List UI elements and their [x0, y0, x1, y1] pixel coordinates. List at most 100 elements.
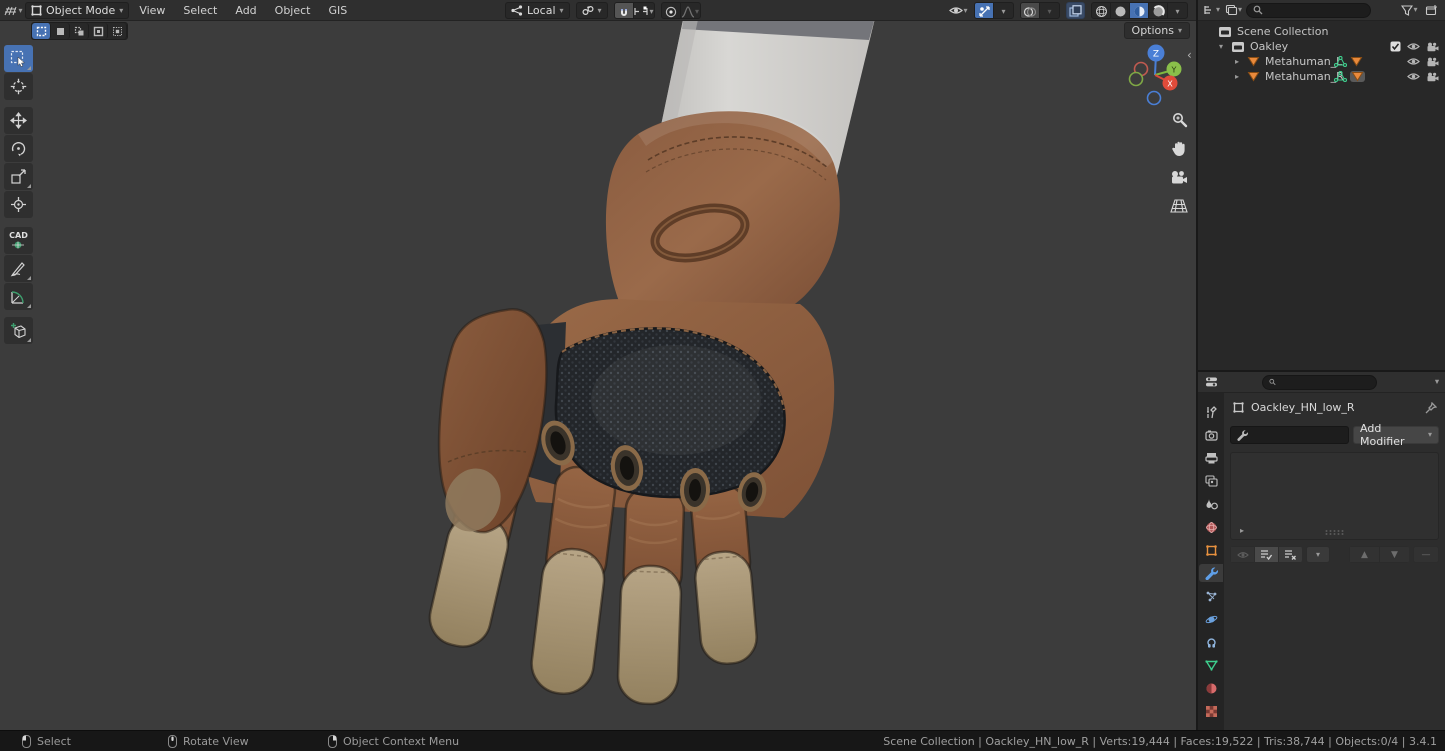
tool-select-box[interactable]: [4, 45, 33, 72]
viewport-3d[interactable]: ▾ Object Mode ▾ View Select Add Object G…: [0, 0, 1196, 730]
toggle-visibility-button[interactable]: [1230, 546, 1254, 563]
mesh-triangle-data-icon[interactable]: [1350, 56, 1363, 67]
tool-annotate[interactable]: [4, 255, 33, 282]
disclosure-open-icon[interactable]: ▾: [1216, 42, 1226, 51]
outliner-filter-id-select[interactable]: ▾: [1224, 2, 1243, 19]
show-overlays-toggle[interactable]: [1021, 3, 1040, 19]
tab-world[interactable]: [1199, 518, 1223, 536]
sidebar-collapse-arrow[interactable]: ‹: [1187, 48, 1192, 62]
select-mode-invert-button[interactable]: [89, 23, 108, 39]
viewport-canvas[interactable]: [0, 0, 1196, 730]
shading-rendered-button[interactable]: [1149, 3, 1168, 19]
disable-render-camera-icon[interactable]: [1426, 72, 1439, 82]
outliner-filter-button[interactable]: ▾: [1400, 2, 1419, 19]
editor-type-button[interactable]: ▾: [4, 2, 23, 19]
modifier-search-field[interactable]: [1230, 426, 1349, 444]
tab-object[interactable]: [1199, 541, 1223, 559]
shading-solid-button[interactable]: [1111, 3, 1130, 19]
properties-search-input[interactable]: [1280, 377, 1370, 388]
tool-measure[interactable]: [4, 283, 33, 310]
snap-toggle[interactable]: [615, 3, 634, 19]
transform-orientation-select[interactable]: Local ▾: [505, 2, 570, 19]
tab-tool[interactable]: [1199, 403, 1223, 421]
gizmo-neg-y[interactable]: [1130, 73, 1143, 86]
pivot-point-select[interactable]: ▾: [576, 2, 608, 19]
outliner-row-scene-collection[interactable]: Scene Collection: [1198, 24, 1445, 39]
extras-dropdown-button[interactable]: ▾: [1306, 546, 1330, 563]
mesh-data-icon[interactable]: [1334, 71, 1347, 82]
tab-scene[interactable]: [1199, 495, 1223, 513]
tool-cad[interactable]: CAD: [4, 227, 33, 254]
show-object-types-select[interactable]: ▾: [949, 2, 968, 19]
move-up-button[interactable]: ▲: [1349, 546, 1379, 563]
menu-gis[interactable]: GIS: [320, 0, 355, 21]
outliner-display-mode-select[interactable]: ▾: [1202, 2, 1221, 19]
gizmo-options-select[interactable]: ▾: [994, 3, 1013, 19]
hide-eye-icon[interactable]: [1407, 57, 1420, 66]
options-button[interactable]: Options ▾: [1124, 22, 1190, 39]
shading-wireframe-button[interactable]: [1092, 3, 1111, 19]
select-mode-set-button[interactable]: [32, 23, 51, 39]
tool-cursor[interactable]: [4, 73, 33, 100]
outliner-row-oakley[interactable]: ▾ Oakley: [1198, 39, 1445, 54]
add-modifier-button[interactable]: Add Modifier ▾: [1353, 426, 1439, 444]
tab-object-data[interactable]: [1199, 656, 1223, 674]
overlays-options-select[interactable]: ▾: [1040, 3, 1059, 19]
panel-grip-handle[interactable]: [1325, 530, 1344, 535]
remove-button[interactable]: —: [1413, 546, 1439, 563]
mesh-data-icon[interactable]: [1334, 56, 1347, 67]
new-collection-button[interactable]: [1422, 2, 1441, 19]
tab-view-layer[interactable]: [1199, 472, 1223, 490]
tab-modifiers[interactable]: [1199, 564, 1223, 582]
mode-select[interactable]: Object Mode ▾: [25, 2, 129, 19]
gizmo-neg-z[interactable]: [1148, 92, 1161, 105]
tool-transform[interactable]: [4, 191, 33, 218]
menu-add[interactable]: Add: [227, 0, 264, 21]
tab-render[interactable]: [1199, 426, 1223, 444]
menu-object[interactable]: Object: [267, 0, 319, 21]
proportional-falloff-select[interactable]: ▾: [681, 3, 700, 19]
menu-view[interactable]: View: [131, 0, 173, 21]
tab-particles[interactable]: [1199, 587, 1223, 605]
zoom-view-button[interactable]: [1168, 108, 1190, 130]
disclosure-closed-icon[interactable]: ▸: [1232, 57, 1242, 66]
chevron-down-icon[interactable]: ▾: [1435, 378, 1439, 386]
disclosure-closed-icon[interactable]: ▸: [1232, 72, 1242, 81]
tab-output[interactable]: [1199, 449, 1223, 467]
tab-material[interactable]: [1199, 679, 1223, 697]
collection-checkbox[interactable]: [1390, 41, 1401, 52]
snap-target-select[interactable]: ▾: [634, 3, 654, 19]
camera-view-button[interactable]: [1168, 166, 1190, 188]
outliner-search-input[interactable]: [1267, 5, 1357, 16]
tool-rotate[interactable]: [4, 135, 33, 162]
disable-render-camera-icon[interactable]: [1426, 57, 1439, 67]
xray-toggle[interactable]: [1066, 2, 1085, 19]
mesh-triangle-data-icon[interactable]: [1351, 71, 1364, 82]
toggle-perspective-button[interactable]: [1168, 195, 1190, 217]
hide-eye-icon[interactable]: [1407, 72, 1420, 81]
remove-list-button[interactable]: [1278, 546, 1302, 563]
hide-eye-icon[interactable]: [1407, 42, 1420, 51]
shading-material-button[interactable]: [1130, 3, 1149, 19]
modifier-stack-panel[interactable]: ▸: [1230, 452, 1439, 540]
navigation-gizmo[interactable]: Z Y X: [1118, 40, 1196, 112]
menu-select[interactable]: Select: [175, 0, 225, 21]
move-view-button[interactable]: [1168, 137, 1190, 159]
properties-search[interactable]: [1262, 375, 1377, 390]
proportional-edit-toggle[interactable]: [662, 3, 681, 19]
tool-scale[interactable]: [4, 163, 33, 190]
apply-list-button[interactable]: [1254, 546, 1278, 563]
panel-disclosure-icon[interactable]: ▸: [1237, 526, 1247, 535]
move-down-button[interactable]: ▼: [1379, 546, 1409, 563]
show-gizmo-toggle[interactable]: [975, 3, 994, 19]
pin-icon[interactable]: [1425, 402, 1437, 414]
outliner-row-metahuman-l[interactable]: ▸ Metahuman_L: [1198, 54, 1445, 69]
outliner-row-metahuman-r[interactable]: ▸ Metahuman_R: [1198, 69, 1445, 84]
select-mode-extend-button[interactable]: [51, 23, 70, 39]
tab-texture[interactable]: [1199, 702, 1223, 720]
properties-display-select[interactable]: ▾: [1202, 374, 1221, 391]
tool-add-cube[interactable]: [4, 317, 33, 344]
shading-options-select[interactable]: ▾: [1168, 3, 1187, 19]
outliner-search[interactable]: [1246, 3, 1371, 18]
select-mode-subtract-button[interactable]: [70, 23, 89, 39]
